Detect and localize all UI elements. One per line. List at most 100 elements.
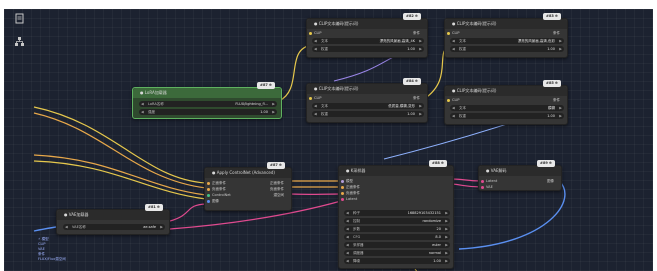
output-image[interactable]: 图像 [547, 178, 554, 184]
arrow-left-icon[interactable]: ◀ [452, 105, 455, 111]
node-title[interactable]: ● CLIP文本编码(提示词) [307, 84, 427, 94]
input-clip[interactable]: CLIP [309, 95, 322, 101]
widget-value: ae.safe [143, 225, 156, 229]
input-clip[interactable]: CLIP [447, 30, 460, 36]
node-apply-controlnet[interactable]: ● Apply ControlNet (Advanced) #87 ⊕ 正面条件… [204, 162, 292, 211]
arrow-right-icon[interactable]: ▶ [445, 250, 448, 256]
input-clip[interactable]: CLIP [447, 97, 460, 103]
node-title[interactable]: ● VAE解码 [479, 166, 561, 176]
arrow-right-icon[interactable]: ▶ [559, 38, 562, 44]
output-conditioning[interactable]: 条件 [413, 95, 420, 101]
widget-lora-name[interactable]: ◀ LoRA名称 FLUX/lightning_fl... ▶ [139, 101, 277, 107]
node-badge: #83 ⊕ [543, 13, 561, 20]
output-conditioning[interactable]: 条件 [553, 30, 560, 36]
widget-weight[interactable]: ◀ 权重 1.00 ▶ [450, 46, 564, 52]
arrow-right-icon[interactable]: ▶ [445, 242, 448, 248]
widget-label: CFG [353, 235, 361, 239]
node-title[interactable]: ● Apply ControlNet (Advanced) [205, 168, 291, 178]
arrow-left-icon[interactable]: ◀ [346, 234, 349, 240]
arrow-right-icon[interactable]: ▶ [445, 218, 448, 224]
widget-label: 文本 [459, 106, 466, 110]
output-latent[interactable]: 潜空间 [274, 192, 285, 198]
arrow-right-icon[interactable]: ▶ [272, 109, 275, 115]
arrow-right-icon[interactable]: ▶ [559, 46, 562, 52]
widget-label: 降噪 [353, 259, 360, 263]
node-ksampler[interactable]: ● K采样器 #88 ⊕ 模型 正面条件 负面条件 Latent ◀ 种子 16… [338, 160, 454, 269]
arrow-left-icon[interactable]: ◀ [346, 210, 349, 216]
arrow-left-icon[interactable]: ◀ [346, 258, 349, 264]
arrow-left-icon[interactable]: ◀ [452, 46, 455, 52]
node-title[interactable]: ● CLIP文本编码(提示词) [445, 86, 567, 96]
arrow-left-icon[interactable]: ◀ [141, 101, 144, 107]
arrow-right-icon[interactable]: ▶ [445, 226, 448, 232]
node-title[interactable]: ● CLIP文本编码(提示词) [445, 19, 567, 29]
arrow-left-icon[interactable]: ◀ [314, 111, 317, 117]
wire-orange-top [33, 112, 207, 189]
arrow-left-icon[interactable]: ◀ [65, 224, 68, 230]
arrow-right-icon[interactable]: ▶ [445, 258, 448, 264]
widget-vae-name[interactable]: ◀ VAE名称 ae.safe ▶ [63, 224, 165, 230]
widget-steps[interactable]: ◀ 步数 20 ▶ [344, 226, 450, 232]
node-title[interactable]: ● K采样器 [339, 166, 453, 176]
node-title[interactable]: ● VAE加载器 [57, 210, 169, 220]
widget-seed[interactable]: ◀ 种子 168829103432151 ▶ [344, 210, 450, 216]
widget-text[interactable]: ◀ 文本 漂亮的风景画,高清,色彩 ▶ [450, 38, 564, 44]
arrow-left-icon[interactable]: ◀ [346, 226, 349, 232]
widget-weight[interactable]: ◀ 权重 1.00 ▶ [312, 46, 424, 52]
arrow-right-icon[interactable]: ▶ [419, 38, 422, 44]
node-vae-decode[interactable]: ● VAE解码 #89 ⊕ Latent VAE 图像 [478, 160, 562, 191]
arrow-left-icon[interactable]: ◀ [314, 103, 317, 109]
widget-sampler[interactable]: ◀ 采样器 euler ▶ [344, 242, 450, 248]
widget-label: 文本 [321, 104, 328, 108]
arrow-right-icon[interactable]: ▶ [445, 210, 448, 216]
arrow-right-icon[interactable]: ▶ [419, 46, 422, 52]
node-vae-loader[interactable]: ● VAE加载器 #81 ⊕ ◀ VAE名称 ae.safe ▶ [56, 204, 170, 235]
arrow-right-icon[interactable]: ▶ [419, 111, 422, 117]
output-conditioning[interactable]: 条件 [413, 30, 420, 36]
widget-weight[interactable]: ◀ 权重 1.00 ▶ [450, 113, 564, 119]
node-title[interactable]: ● CLIP文本编码(提示词) [307, 19, 427, 29]
widget-scheduler[interactable]: ◀ 调度器 normal ▶ [344, 250, 450, 256]
widget-lora-strength[interactable]: ◀ 强度 1.00 ▶ [139, 109, 277, 115]
output-conditioning[interactable]: 条件 [553, 97, 560, 103]
node-title[interactable]: ● LoRA加载器 [133, 88, 281, 98]
arrow-left-icon[interactable]: ◀ [346, 218, 349, 224]
widget-control[interactable]: ◀ 控制 randomize ▶ [344, 218, 450, 224]
input-clip[interactable]: CLIP [309, 30, 322, 36]
node-badge: #87 ⊕ [267, 162, 285, 169]
arrow-left-icon[interactable]: ◀ [141, 109, 144, 115]
node-clip-text-encode-1[interactable]: ● CLIP文本编码(提示词) #82 ⊕ CLIP 条件 ◀ 文本 漂亮的风景… [306, 13, 428, 58]
node-graph-canvas[interactable]: ● LoRA加载器 #87 ⊕ ◀ LoRA名称 FLUX/lightning_… [4, 9, 653, 271]
node-clip-text-encode-2[interactable]: ● CLIP文本编码(提示词) #83 ⊕ CLIP 条件 ◀ 文本 漂亮的风景… [444, 13, 568, 58]
arrow-right-icon[interactable]: ▶ [160, 224, 163, 230]
node-badge: #85 ⊕ [543, 80, 561, 87]
node-badge: #81 ⊕ [145, 204, 163, 211]
node-lora-loader[interactable]: ● LoRA加载器 #87 ⊕ ◀ LoRA名称 FLUX/lightning_… [132, 82, 282, 119]
arrow-right-icon[interactable]: ▶ [559, 105, 562, 111]
widget-value: euler [432, 243, 441, 247]
arrow-right-icon[interactable]: ▶ [272, 101, 275, 107]
input-vae[interactable]: VAE [481, 184, 493, 190]
arrow-left-icon[interactable]: ◀ [346, 242, 349, 248]
arrow-left-icon[interactable]: ◀ [346, 250, 349, 256]
arrow-right-icon[interactable]: ▶ [559, 113, 562, 119]
input-image[interactable]: 图像 [207, 198, 219, 204]
node-badge: #89 ⊕ [537, 160, 555, 167]
input-latent[interactable]: Latent [341, 196, 357, 202]
widget-label: 文本 [459, 39, 466, 43]
node-clip-text-encode-4[interactable]: ● CLIP文本编码(提示词) #85 ⊕ CLIP 条件 ◀ 文本 模糊 ▶ … [444, 80, 568, 125]
arrow-left-icon[interactable]: ◀ [314, 46, 317, 52]
widget-text[interactable]: ◀ 文本 模糊 ▶ [450, 105, 564, 111]
widget-text[interactable]: ◀ 文本 低质量,模糊,变形 ▶ [312, 103, 424, 109]
wire-orange-mid [33, 154, 207, 196]
node-clip-text-encode-3[interactable]: ● CLIP文本编码(提示词) #84 ⊕ CLIP 条件 ◀ 文本 低质量,模… [306, 78, 428, 123]
arrow-right-icon[interactable]: ▶ [445, 234, 448, 240]
widget-cfg[interactable]: ◀ CFG 8.0 ▶ [344, 234, 450, 240]
arrow-left-icon[interactable]: ◀ [314, 38, 317, 44]
widget-weight[interactable]: ◀ 权重 1.00 ▶ [312, 111, 424, 117]
arrow-left-icon[interactable]: ◀ [452, 113, 455, 119]
widget-denoise[interactable]: ◀ 降噪 1.00 ▶ [344, 258, 450, 264]
widget-text[interactable]: ◀ 文本 漂亮的风景画,高清_4K ▶ [312, 38, 424, 44]
arrow-right-icon[interactable]: ▶ [419, 103, 422, 109]
arrow-left-icon[interactable]: ◀ [452, 38, 455, 44]
